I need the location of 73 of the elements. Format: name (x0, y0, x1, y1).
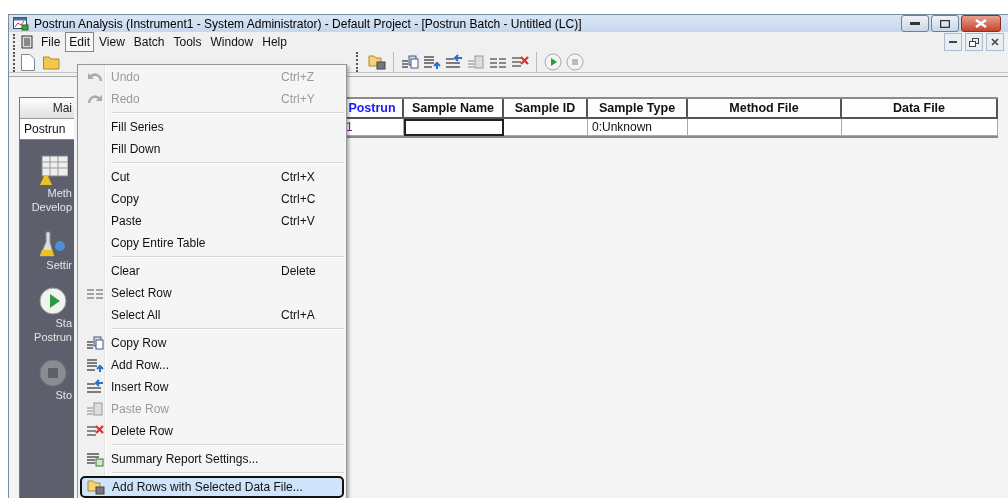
restore-icon (969, 37, 979, 47)
menu-item[interactable]: Delete Row (80, 420, 344, 442)
minimize-icon (949, 40, 957, 44)
nav-label: Sto (55, 388, 73, 402)
window-title: Postrun Analysis (Instrument1 - System Administrator) - Default Project - [Postrun Batch - Untitled (LC)] (34, 16, 582, 31)
open-folder-icon[interactable] (43, 54, 61, 70)
menu-item[interactable]: Summary Report Settings... (80, 448, 344, 470)
new-document-icon[interactable] (21, 53, 35, 71)
play-icon[interactable] (38, 286, 68, 316)
delete-row-icon[interactable] (511, 54, 529, 70)
table-cell[interactable] (688, 119, 842, 136)
menu-item[interactable]: Fill Series (80, 116, 344, 138)
insert-row-icon (86, 379, 104, 395)
menu-item[interactable]: Copy Entire Table (80, 232, 344, 254)
menu-item[interactable]: Edit (65, 32, 95, 52)
flasks-icon[interactable] (38, 228, 68, 258)
menu-item[interactable]: Batch (129, 32, 169, 52)
play-icon[interactable] (544, 53, 562, 71)
add-row-icon[interactable] (423, 54, 441, 70)
table-cell[interactable]: 0:Unknown (588, 119, 688, 136)
menu-item[interactable]: File (37, 32, 65, 52)
nav-label: Meth (47, 186, 73, 200)
menu-item[interactable]: Select Row (80, 282, 344, 304)
close-icon (991, 38, 999, 46)
column-header[interactable]: Data File (842, 99, 998, 119)
summary-icon (86, 451, 104, 467)
column-header[interactable]: Method File (688, 99, 842, 119)
menu-item[interactable]: Cut Ctrl+X (80, 166, 344, 188)
nav-label: Postrun (34, 330, 73, 344)
restore-button[interactable] (965, 33, 983, 51)
menu-item[interactable]: Clear Delete (80, 260, 344, 282)
maximize-button[interactable] (931, 15, 959, 32)
nav-label: Develop (31, 200, 73, 214)
menu-item[interactable]: Paste Ctrl+V (80, 210, 344, 232)
menu-item[interactable]: Insert Row (80, 376, 344, 398)
menu-item[interactable]: Fill Down (80, 138, 344, 160)
paste-row-icon (86, 401, 104, 417)
folder-table-icon[interactable] (368, 54, 386, 70)
document-list-icon (21, 35, 35, 49)
chart-window-icon (13, 16, 29, 31)
minimize-button[interactable] (944, 33, 962, 51)
minimize-icon (910, 21, 920, 26)
menu-item[interactable]: Copy Ctrl+C (80, 188, 344, 210)
spreadsheet-flask-icon[interactable] (38, 154, 68, 186)
table-cell[interactable] (842, 119, 998, 136)
nav-label: Sta (55, 316, 73, 330)
menu-item[interactable]: Window (206, 32, 258, 52)
menu-item[interactable]: Copy Row (80, 332, 344, 354)
add-row-icon (86, 357, 104, 373)
table-cell[interactable] (504, 119, 588, 136)
table-cell[interactable] (404, 119, 504, 136)
menu-item[interactable]: Select All Ctrl+A (80, 304, 344, 326)
column-header[interactable]: Sample Name (404, 99, 504, 119)
mode-dropdown[interactable]: Postrun (20, 119, 74, 140)
copy-row-icon (86, 335, 104, 351)
maximize-icon (940, 19, 950, 28)
folder-table-icon (87, 479, 105, 495)
minimize-button[interactable] (901, 15, 929, 32)
insert-row-icon[interactable] (445, 54, 463, 70)
close-button[interactable] (961, 15, 1001, 32)
close-button[interactable] (986, 33, 1004, 51)
menu-item[interactable]: Add Rows with Selected Data File... (80, 476, 344, 498)
column-header[interactable]: Sample Type (588, 99, 688, 119)
menu-item[interactable]: View (95, 32, 129, 52)
menu-item[interactable]: Add Row... (80, 354, 344, 376)
delete-row-icon (86, 423, 104, 439)
copy-row-icon[interactable] (401, 54, 419, 70)
column-header[interactable]: Sample ID (504, 99, 588, 119)
menu-item[interactable]: Tools (169, 32, 206, 52)
panel-header: Mai (20, 98, 74, 119)
menu-item[interactable]: Help (258, 32, 291, 52)
nav-label: Settir (46, 258, 73, 272)
close-icon (975, 19, 987, 28)
